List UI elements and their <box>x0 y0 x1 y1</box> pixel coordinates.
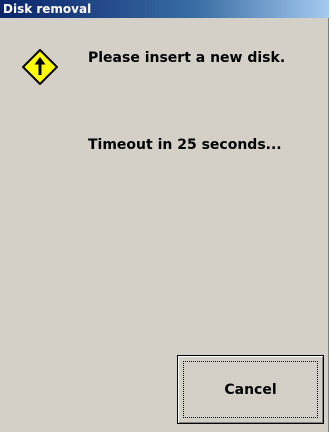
warning-arrow-up-icon <box>22 49 58 85</box>
cancel-button[interactable]: Cancel <box>177 355 324 424</box>
timeout-countdown: Timeout in 25 seconds... <box>88 137 282 153</box>
disk-removal-dialog: Disk removal Please insert a new disk. T… <box>0 0 329 432</box>
cancel-button-label: Cancel <box>224 381 277 398</box>
window-title: Disk removal <box>0 0 329 18</box>
dialog-message: Please insert a new disk. <box>88 50 286 66</box>
